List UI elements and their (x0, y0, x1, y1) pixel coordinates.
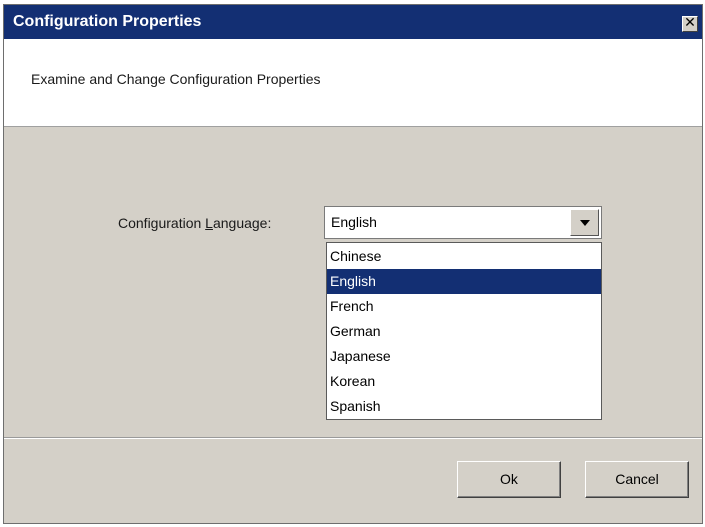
language-select-value: English (331, 214, 377, 230)
language-option-french[interactable]: French (327, 294, 601, 319)
language-dropdown-list: Chinese English French German Japanese K… (326, 242, 602, 420)
language-option-german[interactable]: German (327, 319, 601, 344)
window-title: Configuration Properties (13, 13, 202, 30)
header-description: Examine and Change Configuration Propert… (31, 71, 321, 87)
language-option-english[interactable]: English (327, 269, 601, 294)
language-option-japanese[interactable]: Japanese (327, 344, 601, 369)
language-label-suffix: anguage: (212, 215, 272, 231)
language-dropdown-button[interactable] (570, 209, 599, 236)
language-label-mnemonic: L (205, 215, 213, 231)
cancel-button[interactable]: Cancel (585, 461, 689, 498)
ok-button[interactable]: Ok (457, 461, 561, 498)
language-option-spanish[interactable]: Spanish (327, 394, 601, 419)
header-panel: Examine and Change Configuration Propert… (4, 39, 702, 127)
title-bar[interactable]: Configuration Properties ✕ (4, 5, 702, 39)
close-icon: ✕ (684, 15, 696, 31)
chevron-down-icon (580, 220, 590, 226)
language-label-prefix: Configuration (118, 215, 206, 231)
language-option-korean[interactable]: Korean (327, 369, 601, 394)
language-select[interactable]: English (324, 206, 602, 239)
footer-divider (4, 437, 702, 439)
configuration-properties-dialog: Configuration Properties ✕ Examine and C… (3, 4, 703, 524)
configuration-language-label: Configuration Language: (118, 215, 271, 231)
close-button[interactable]: ✕ (682, 16, 698, 32)
language-option-chinese[interactable]: Chinese (327, 244, 601, 269)
